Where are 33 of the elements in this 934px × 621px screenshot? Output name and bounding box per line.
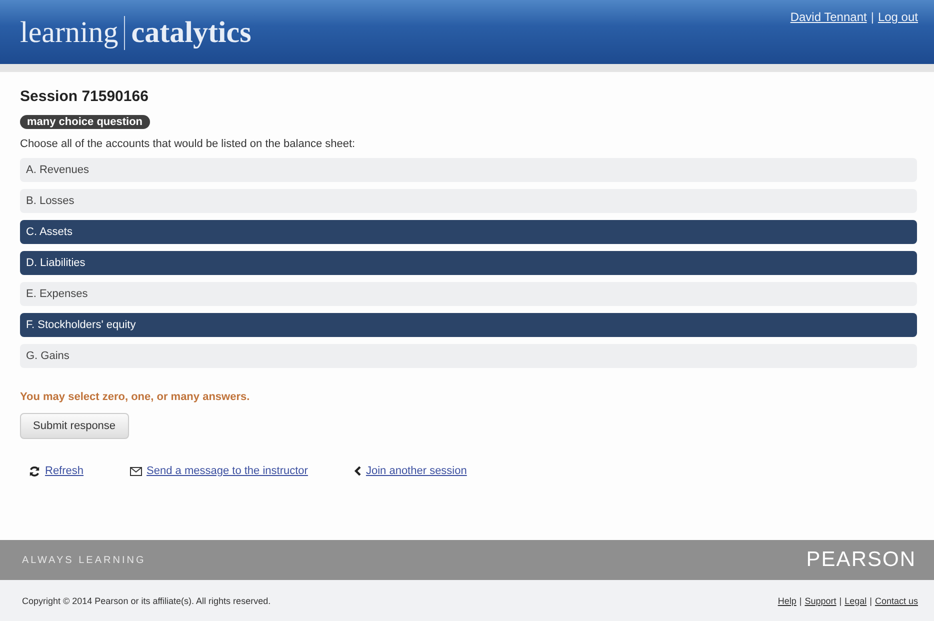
question-prompt: Choose all of the accounts that would be listed on the balance sheet: (20, 138, 356, 150)
answer-option[interactable]: D. Liabilities (20, 251, 917, 275)
footer-link[interactable]: Support (804, 596, 836, 606)
hint-text: You may select zero, one, or many answers. (20, 391, 251, 403)
envelope-icon (130, 466, 142, 476)
answer-option[interactable]: F. Stockholders' equity (20, 313, 917, 337)
user-link[interactable]: David Tennant (790, 10, 867, 24)
user-link[interactable]: Log out (878, 10, 918, 24)
action-link[interactable]: Send a message to the instructor (130, 465, 308, 477)
separator: | (870, 10, 874, 24)
separator: | (870, 596, 872, 606)
answer-option[interactable]: B. Losses (20, 189, 917, 213)
question-type-badge: many choice question (20, 115, 150, 129)
action-link[interactable]: Refresh (29, 465, 84, 477)
answer-option[interactable]: G. Gains (20, 344, 917, 368)
chevron-left-icon (354, 466, 361, 476)
logo-text: catalytics (124, 16, 252, 50)
answer-option[interactable]: E. Expenses (20, 282, 917, 306)
separator: | (799, 596, 802, 606)
submit-button[interactable]: Submit response (20, 413, 129, 439)
answer-option[interactable]: C. Assets (20, 220, 917, 244)
copyright-text: Copyright © 2014 Pearson or its affiliate(s). All rights reserved. (22, 596, 271, 606)
footer-link[interactable]: Contact us (874, 596, 918, 606)
separator: | (839, 596, 842, 606)
logo-text: learning (20, 16, 118, 50)
footer-link[interactable]: Legal (844, 596, 867, 606)
tagline: ALWAYS LEARNING (22, 554, 146, 566)
action-link[interactable]: Join another session (354, 465, 467, 477)
refresh-icon (29, 466, 40, 476)
pearson-logo: PEARSON (806, 548, 916, 572)
session-title: Session 71590166 (20, 88, 150, 105)
answer-option[interactable]: A. Revenues (20, 158, 917, 182)
footer-link[interactable]: Help (778, 596, 796, 606)
